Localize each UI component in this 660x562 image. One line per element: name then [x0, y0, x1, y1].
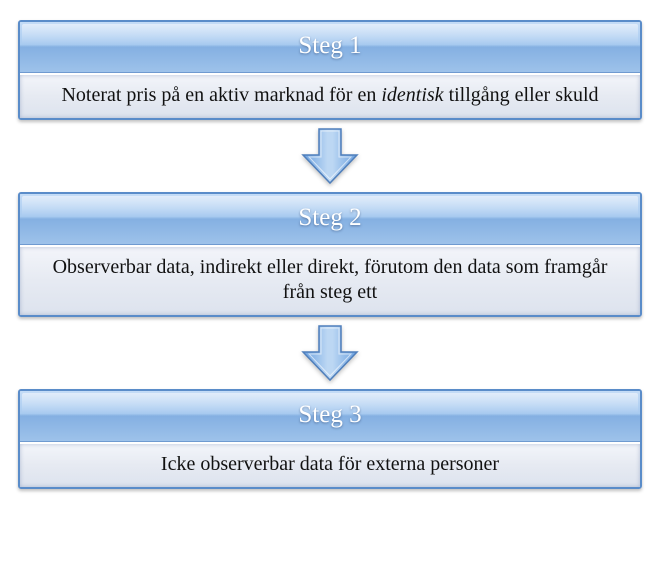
- step-3-box: Steg 3 Icke observerbar data för externa…: [18, 389, 642, 489]
- step-1-body: Noterat pris på en aktiv marknad för en …: [20, 73, 640, 118]
- step-3-body: Icke observerbar data för externa person…: [20, 442, 640, 487]
- step-1-title: Steg 1: [20, 22, 640, 73]
- step-2-body: Observerbar data, indirekt eller direkt,…: [20, 245, 640, 315]
- step-2-body-pre: Observerbar data, indirekt eller direkt,…: [53, 256, 608, 303]
- arrow-down-icon: [299, 324, 361, 382]
- step-1-box: Steg 1 Noterat pris på en aktiv marknad …: [18, 20, 642, 120]
- step-1-body-pre: Noterat pris på en aktiv marknad för en: [61, 84, 381, 106]
- step-2-box: Steg 2 Observerbar data, indirekt eller …: [18, 192, 642, 317]
- step-3-body-pre: Icke observerbar data för externa person…: [161, 453, 499, 475]
- step-1-body-post: tillgång eller skuld: [444, 84, 599, 106]
- step-1-body-em: identisk: [381, 84, 443, 106]
- arrow-down-icon: [299, 127, 361, 185]
- arrow-2: [299, 321, 361, 385]
- step-3-title: Steg 3: [20, 391, 640, 442]
- arrow-1: [299, 124, 361, 188]
- step-2-title: Steg 2: [20, 194, 640, 245]
